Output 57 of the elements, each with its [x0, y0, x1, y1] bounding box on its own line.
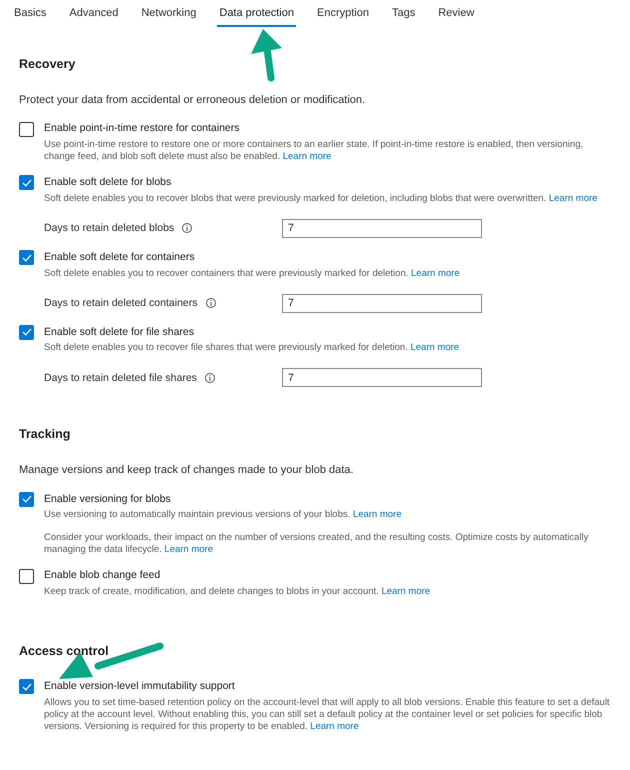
check-icon — [22, 495, 32, 504]
tab[interactable]: Review — [436, 2, 476, 27]
check-icon — [22, 328, 32, 336]
description-text: Consider your workloads, their impact on the number of versions created, and the resulting costs. Optimize costs by automatically managing the data lifecycle. Learn more — [44, 532, 590, 556]
checkbox[interactable] — [19, 122, 34, 137]
input-field[interactable]: 7 — [282, 218, 482, 238]
section-heading: Access control — [19, 643, 110, 660]
checkbox-label: Enable point-in-time restore for containers — [44, 121, 240, 136]
learn-more-link[interactable]: Learn more — [548, 192, 598, 204]
learn-more-link[interactable]: Learn more — [381, 586, 430, 597]
checkbox[interactable] — [19, 250, 34, 266]
learn-more-link[interactable]: Learn more — [164, 544, 213, 556]
learn-more-link[interactable]: Learn more — [310, 720, 359, 732]
field-label: Days to retain deleted blobs — [44, 222, 174, 234]
tab[interactable]: Data protection — [217, 2, 296, 27]
description-text: Use versioning to automatically maintain previous versions of your blobs. Learn more — [44, 509, 402, 522]
learn-more-link[interactable]: Learn more — [410, 342, 460, 354]
checkbox[interactable] — [19, 568, 34, 584]
check-icon — [22, 682, 32, 691]
description-text: Allows you to set time-based retention policy on the account-level that will apply to all blob versions. Enable this feature to set a default policy at the account level. Without enabling this, you can still set a default policy at the container level or set policies for specific blob versions. Versioning is required for this property to be enabled. Learn more — [44, 696, 611, 732]
check-icon — [22, 178, 32, 187]
description-text: Soft delete enables you to recover file shares that were previously marked for deletion. Learn more — [44, 342, 460, 354]
info-icon[interactable] — [206, 298, 216, 308]
info-icon[interactable] — [182, 223, 192, 234]
tab[interactable]: Encryption — [314, 2, 371, 27]
field-label: Days to retain deleted file shares — [44, 372, 197, 384]
field-label: Days to retain deleted containers — [44, 297, 198, 309]
learn-more-link[interactable]: Learn more — [352, 509, 402, 520]
annotation-arrow-drawing — [249, 28, 283, 84]
tab[interactable]: Networking — [139, 2, 198, 27]
section-description: Manage versions and keep track of changes made to your blob data. — [19, 463, 354, 478]
input-field[interactable]: 7 — [282, 294, 482, 312]
description-text: Use point-in-time restore to restore one or more containers to an earlier state. If point-in-time restore is enabled, then versioning, change feed, and blob soft delete must also be enabled. Learn more — [44, 139, 584, 163]
checkbox-label: Enable soft delete for file shares — [44, 324, 194, 340]
checkbox-label: Enable versioning for blobs — [44, 492, 171, 506]
learn-more-link[interactable]: Learn more — [411, 268, 460, 278]
tab[interactable]: Tags — [390, 2, 418, 27]
checkbox[interactable] — [19, 679, 34, 694]
learn-more-link[interactable]: Learn more — [282, 151, 332, 162]
info-icon[interactable] — [204, 372, 215, 383]
checkbox-label: Enable soft delete for blobs — [44, 175, 172, 190]
tab[interactable]: Basics — [12, 2, 48, 27]
description-text: Keep track of create, modification, and delete changes to blobs in your account. Learn more — [44, 586, 432, 598]
description-text: Soft delete enables you to recover containers that were previously marked for deletion. Learn more — [44, 268, 461, 280]
section-heading: Recovery — [19, 56, 76, 73]
section-description: Protect your data from accidental or erroneous deletion or modification. — [19, 92, 366, 108]
tab[interactable]: Advanced — [67, 2, 120, 27]
section-heading: Tracking — [19, 426, 72, 444]
checkbox[interactable] — [19, 175, 34, 190]
checkbox-label: Enable soft delete for containers — [44, 250, 195, 265]
description-text: Soft delete enables you to recover blobs that were previously marked for deletion, including blobs that were overwritten. Learn more — [44, 192, 598, 205]
check-icon — [22, 254, 32, 262]
checkbox-label: Enable blob change feed — [44, 568, 160, 584]
input-field[interactable]: 7 — [282, 368, 482, 388]
checkbox[interactable] — [19, 492, 34, 507]
checkbox[interactable] — [19, 324, 34, 340]
checkbox-label: Enable version-level immutability support — [44, 678, 235, 694]
